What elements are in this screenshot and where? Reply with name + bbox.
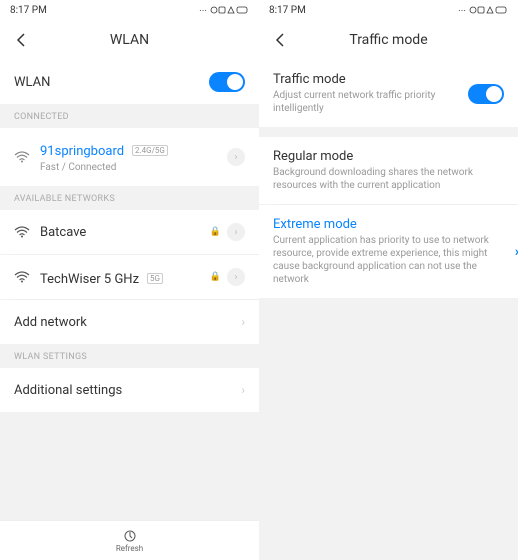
chevron-right-icon: ›: [241, 315, 245, 329]
regular-mode-row[interactable]: Regular mode Background downloading shar…: [259, 137, 518, 204]
extreme-mode-row[interactable]: Extreme mode Current application has pri…: [259, 205, 518, 298]
extreme-mode-title: Extreme mode: [273, 217, 504, 232]
chevron-right-icon[interactable]: ›: [227, 148, 245, 166]
status-time: 8:17 PM: [269, 5, 306, 16]
lock-icon: 🔒: [210, 272, 221, 282]
status-time: 8:17 PM: [10, 5, 47, 16]
connected-header: CONNECTED: [0, 104, 259, 128]
status-bar: 8:17 PM ⋯: [259, 0, 518, 20]
chevron-right-icon[interactable]: ›: [227, 223, 245, 241]
back-icon[interactable]: [12, 31, 30, 49]
regular-mode-sub: Background downloading shares the networ…: [273, 166, 504, 192]
wifi-icon: [14, 151, 30, 163]
chevron-right-icon: ›: [241, 383, 245, 397]
connected-name: 91springboard: [40, 144, 124, 159]
connected-badge: 2.4G/5G: [132, 145, 168, 156]
wlan-toggle[interactable]: [209, 72, 245, 92]
traffic-mode-toggle[interactable]: [468, 84, 504, 104]
svg-text:⋯: ⋯: [458, 6, 466, 15]
wifi-icon: [14, 226, 30, 238]
traffic-mode-title: Traffic mode: [273, 72, 468, 87]
header: Traffic mode: [259, 20, 518, 60]
status-icons: ⋯: [458, 5, 508, 15]
header: WLAN: [0, 20, 259, 60]
page-title: Traffic mode: [349, 32, 427, 48]
network-badge: 5G: [147, 273, 163, 284]
network-name: TechWiser 5 GHz: [40, 272, 139, 287]
wifi-icon: [14, 271, 30, 283]
network-row[interactable]: Batcave 🔒 ›: [0, 210, 259, 254]
connected-network-row[interactable]: 91springboard 2.4G/5G Fast / Connected ›: [0, 128, 259, 186]
additional-settings-label: Additional settings: [14, 383, 122, 398]
wlan-toggle-row[interactable]: WLAN: [0, 60, 259, 104]
available-header: AVAILABLE NETWORKS: [0, 186, 259, 210]
refresh-label: Refresh: [116, 544, 143, 553]
traffic-mode-sub: Adjust current network traffic priority …: [273, 89, 468, 115]
add-network-row[interactable]: Add network ›: [0, 300, 259, 344]
lock-icon: 🔒: [210, 227, 221, 237]
traffic-mode-toggle-row[interactable]: Traffic mode Adjust current network traf…: [259, 60, 518, 127]
page-title: WLAN: [110, 32, 149, 48]
network-name: Batcave: [40, 225, 86, 240]
wlan-settings-header: WLAN SETTINGS: [0, 344, 259, 368]
regular-mode-title: Regular mode: [273, 149, 504, 164]
additional-settings-row[interactable]: Additional settings ›: [0, 368, 259, 412]
refresh-icon: [123, 529, 137, 543]
status-bar: 8:17 PM ⋯: [0, 0, 259, 20]
refresh-button[interactable]: Refresh: [0, 520, 259, 560]
add-network-label: Add network: [14, 315, 87, 330]
wlan-label: WLAN: [14, 75, 50, 90]
back-icon[interactable]: [271, 31, 289, 49]
svg-text:⋯: ⋯: [199, 6, 207, 15]
extreme-mode-sub: Current application has priority to use …: [273, 234, 504, 286]
status-icons: ⋯: [199, 5, 249, 15]
chevron-right-icon[interactable]: ›: [227, 268, 245, 286]
connected-status: Fast / Connected: [40, 161, 227, 174]
network-row[interactable]: TechWiser 5 GHz 5G 🔒 ›: [0, 255, 259, 299]
